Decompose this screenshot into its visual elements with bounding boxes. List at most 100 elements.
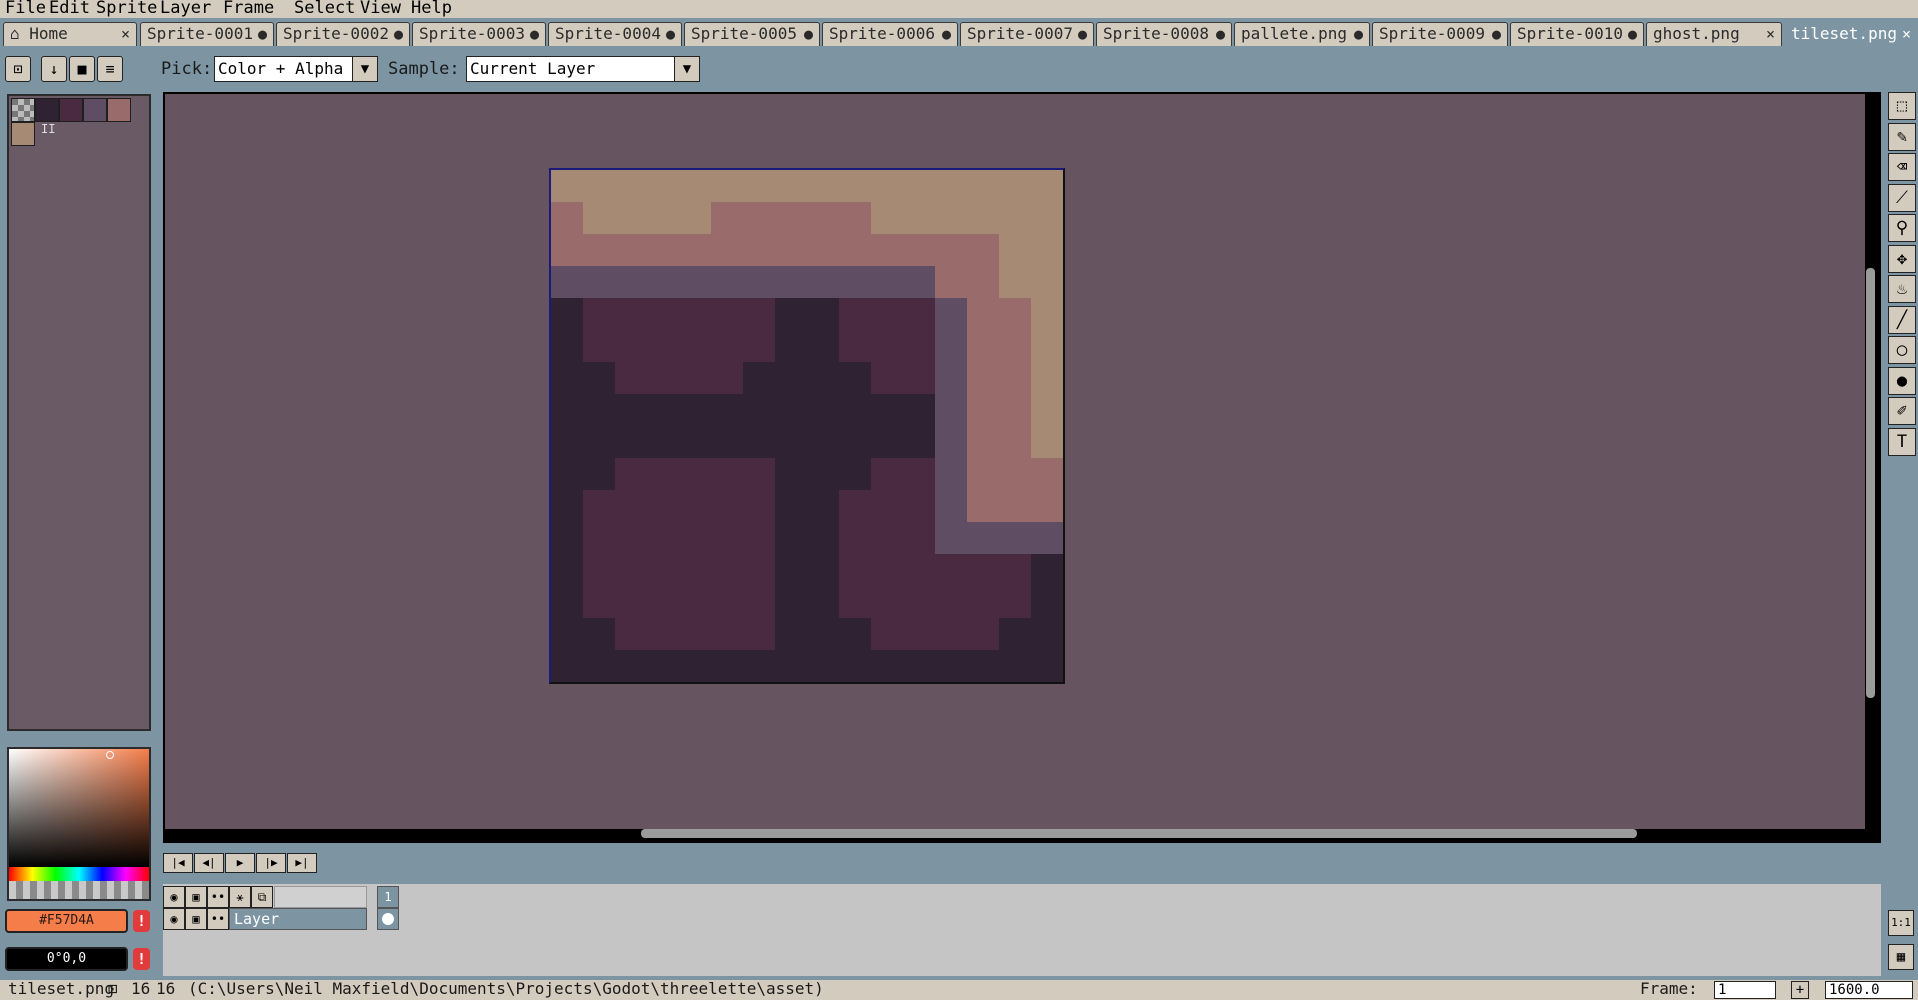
tab-tileset-png[interactable]: tileset.png × [1784, 22, 1918, 46]
hue-slider[interactable] [9, 867, 149, 881]
zoom-input[interactable]: 1600.0 [1825, 981, 1913, 999]
last-frame-button[interactable]: ▶| [287, 853, 317, 873]
modified-dot-icon[interactable]: ● [1628, 23, 1637, 45]
presets-icon[interactable]: ■ [69, 56, 95, 82]
menu-file[interactable]: File [5, 0, 46, 17]
modified-dot-icon[interactable]: ● [1354, 23, 1363, 45]
modified-dot-icon[interactable]: ● [1078, 23, 1087, 45]
vertical-scrollbar[interactable] [1866, 268, 1875, 698]
line-icon[interactable]: ╱ [1888, 305, 1916, 334]
layer-name[interactable]: Layer [229, 908, 367, 930]
palette-options-icon[interactable]: ≡ [97, 56, 123, 82]
cel[interactable] [377, 908, 399, 930]
zoom-icon[interactable]: ⚲ [1888, 214, 1916, 242]
background-color-field[interactable]: 0°0,0 [5, 947, 128, 971]
tab-sprite-0010[interactable]: Sprite-0010 ● [1510, 22, 1644, 46]
pencil-icon[interactable]: ✎ [1888, 122, 1916, 151]
modified-dot-icon[interactable]: ● [942, 23, 951, 45]
tab-sprite-0009[interactable]: Sprite-0009 ● [1372, 22, 1508, 46]
chevron-down-icon[interactable]: ▼ [352, 56, 378, 82]
link-icon[interactable]: ⚹ [229, 886, 251, 908]
text-icon[interactable]: T [1888, 427, 1916, 456]
blur-icon[interactable]: ✐ [1888, 397, 1916, 425]
menu-edit[interactable]: Edit [49, 0, 90, 17]
tab-sprite-0008[interactable]: Sprite-0008 ● [1096, 22, 1232, 46]
palette-swatch[interactable] [83, 98, 107, 122]
modified-dot-icon[interactable]: ● [1492, 23, 1501, 45]
paint-bucket-icon[interactable]: ♨ [1888, 275, 1916, 303]
menu-frame[interactable]: Frame [223, 0, 274, 17]
close-icon[interactable]: × [121, 23, 130, 45]
frame-input[interactable]: 1 [1714, 981, 1776, 999]
horizontal-scrollbar[interactable] [641, 829, 1637, 838]
ellipse-icon[interactable]: ◯ [1888, 336, 1916, 364]
close-icon[interactable]: × [1766, 23, 1775, 45]
tab-pallete-png[interactable]: pallete.png ● [1234, 22, 1370, 46]
contour-icon[interactable]: ● [1888, 366, 1916, 395]
tab-sprite-0006[interactable]: Sprite-0006 ● [822, 22, 958, 46]
continuous-icon[interactable]: •• [207, 886, 229, 908]
padlock-icon[interactable]: ▣ [185, 886, 207, 908]
modified-dot-icon[interactable]: ● [1216, 23, 1225, 45]
eye-icon[interactable]: ◉ [163, 886, 185, 908]
menu-help[interactable]: Help [411, 0, 452, 17]
palette-swatch[interactable] [59, 98, 83, 122]
modified-dot-icon[interactable]: ● [530, 23, 539, 45]
sample-select[interactable]: Current Layer ▼ [466, 56, 700, 82]
pixel [967, 170, 999, 202]
pick-select[interactable]: Color + Alpha ▼ [214, 56, 378, 82]
padlock-icon[interactable]: ▣ [185, 908, 207, 930]
tab-sprite-0004[interactable]: Sprite-0004 ● [548, 22, 682, 46]
chevron-down-icon[interactable]: ▼ [674, 56, 700, 82]
previous-frame-button[interactable]: ◀| [194, 853, 224, 873]
color-picker[interactable] [7, 747, 151, 901]
lock-icon[interactable]: ⊡ [5, 56, 31, 82]
eyedropper-icon[interactable]: ⟋ [1888, 183, 1916, 212]
menu-layer[interactable]: Layer [160, 0, 211, 17]
reset-zoom-button[interactable]: 1:1 [1888, 910, 1914, 936]
frame-header[interactable]: 1 [377, 886, 399, 908]
timeline-toggle-button[interactable]: ▦ [1888, 944, 1914, 970]
picker-cursor[interactable] [106, 751, 114, 759]
modified-dot-icon[interactable]: ● [394, 23, 403, 45]
tab-sprite-0005[interactable]: Sprite-0005 ● [684, 22, 820, 46]
eraser-icon[interactable]: ⌫ [1888, 153, 1916, 181]
modified-dot-icon[interactable]: ● [258, 23, 267, 45]
first-frame-button[interactable]: |◀ [163, 853, 193, 873]
tab-sprite-0002[interactable]: Sprite-0002 ● [276, 22, 410, 46]
sort-palette-icon[interactable]: ↓ [41, 56, 67, 82]
transparent-swatch[interactable] [11, 98, 35, 122]
tab-home[interactable]: ⌂ Home × [3, 22, 137, 46]
palette-swatch[interactable] [11, 122, 35, 146]
warning-icon[interactable]: ! [133, 948, 150, 970]
modified-dot-icon[interactable]: ● [666, 23, 675, 45]
next-frame-button[interactable]: |▶ [256, 853, 286, 873]
rectangular-marquee-icon[interactable]: ⬚ [1888, 92, 1916, 120]
menu-sprite[interactable]: Sprite [96, 0, 157, 17]
tab-sprite-0003[interactable]: Sprite-0003 ● [412, 22, 546, 46]
add-frame-icon[interactable]: + [1791, 981, 1809, 999]
continuous-icon[interactable]: •• [207, 908, 229, 930]
play-button[interactable]: ▶ [225, 853, 255, 873]
onion-skin-icon[interactable]: ⧉ [251, 886, 273, 908]
pixel [935, 362, 967, 394]
sprite-canvas[interactable] [549, 168, 1065, 684]
palette-swatch[interactable] [35, 98, 59, 122]
alpha-slider[interactable] [9, 881, 149, 899]
saturation-value-field[interactable] [9, 749, 149, 867]
close-icon[interactable]: × [1902, 23, 1911, 45]
tab-sprite-0001[interactable]: Sprite-0001 ● [140, 22, 274, 46]
pixel [807, 650, 839, 682]
palette-swatch[interactable] [107, 98, 131, 122]
warning-icon[interactable]: ! [133, 910, 150, 932]
move-icon[interactable]: ✥ [1888, 244, 1916, 273]
tab-sprite-0007[interactable]: Sprite-0007 ● [960, 22, 1094, 46]
pixel [775, 362, 807, 394]
tab-ghost-png[interactable]: ghost.png × [1646, 22, 1782, 46]
menu-select[interactable]: Select [294, 0, 355, 17]
eye-icon[interactable]: ◉ [163, 908, 185, 930]
menu-view[interactable]: View [360, 0, 401, 17]
pixel [967, 490, 999, 522]
foreground-color-field[interactable]: #F57D4A [5, 909, 128, 933]
modified-dot-icon[interactable]: ● [804, 23, 813, 45]
